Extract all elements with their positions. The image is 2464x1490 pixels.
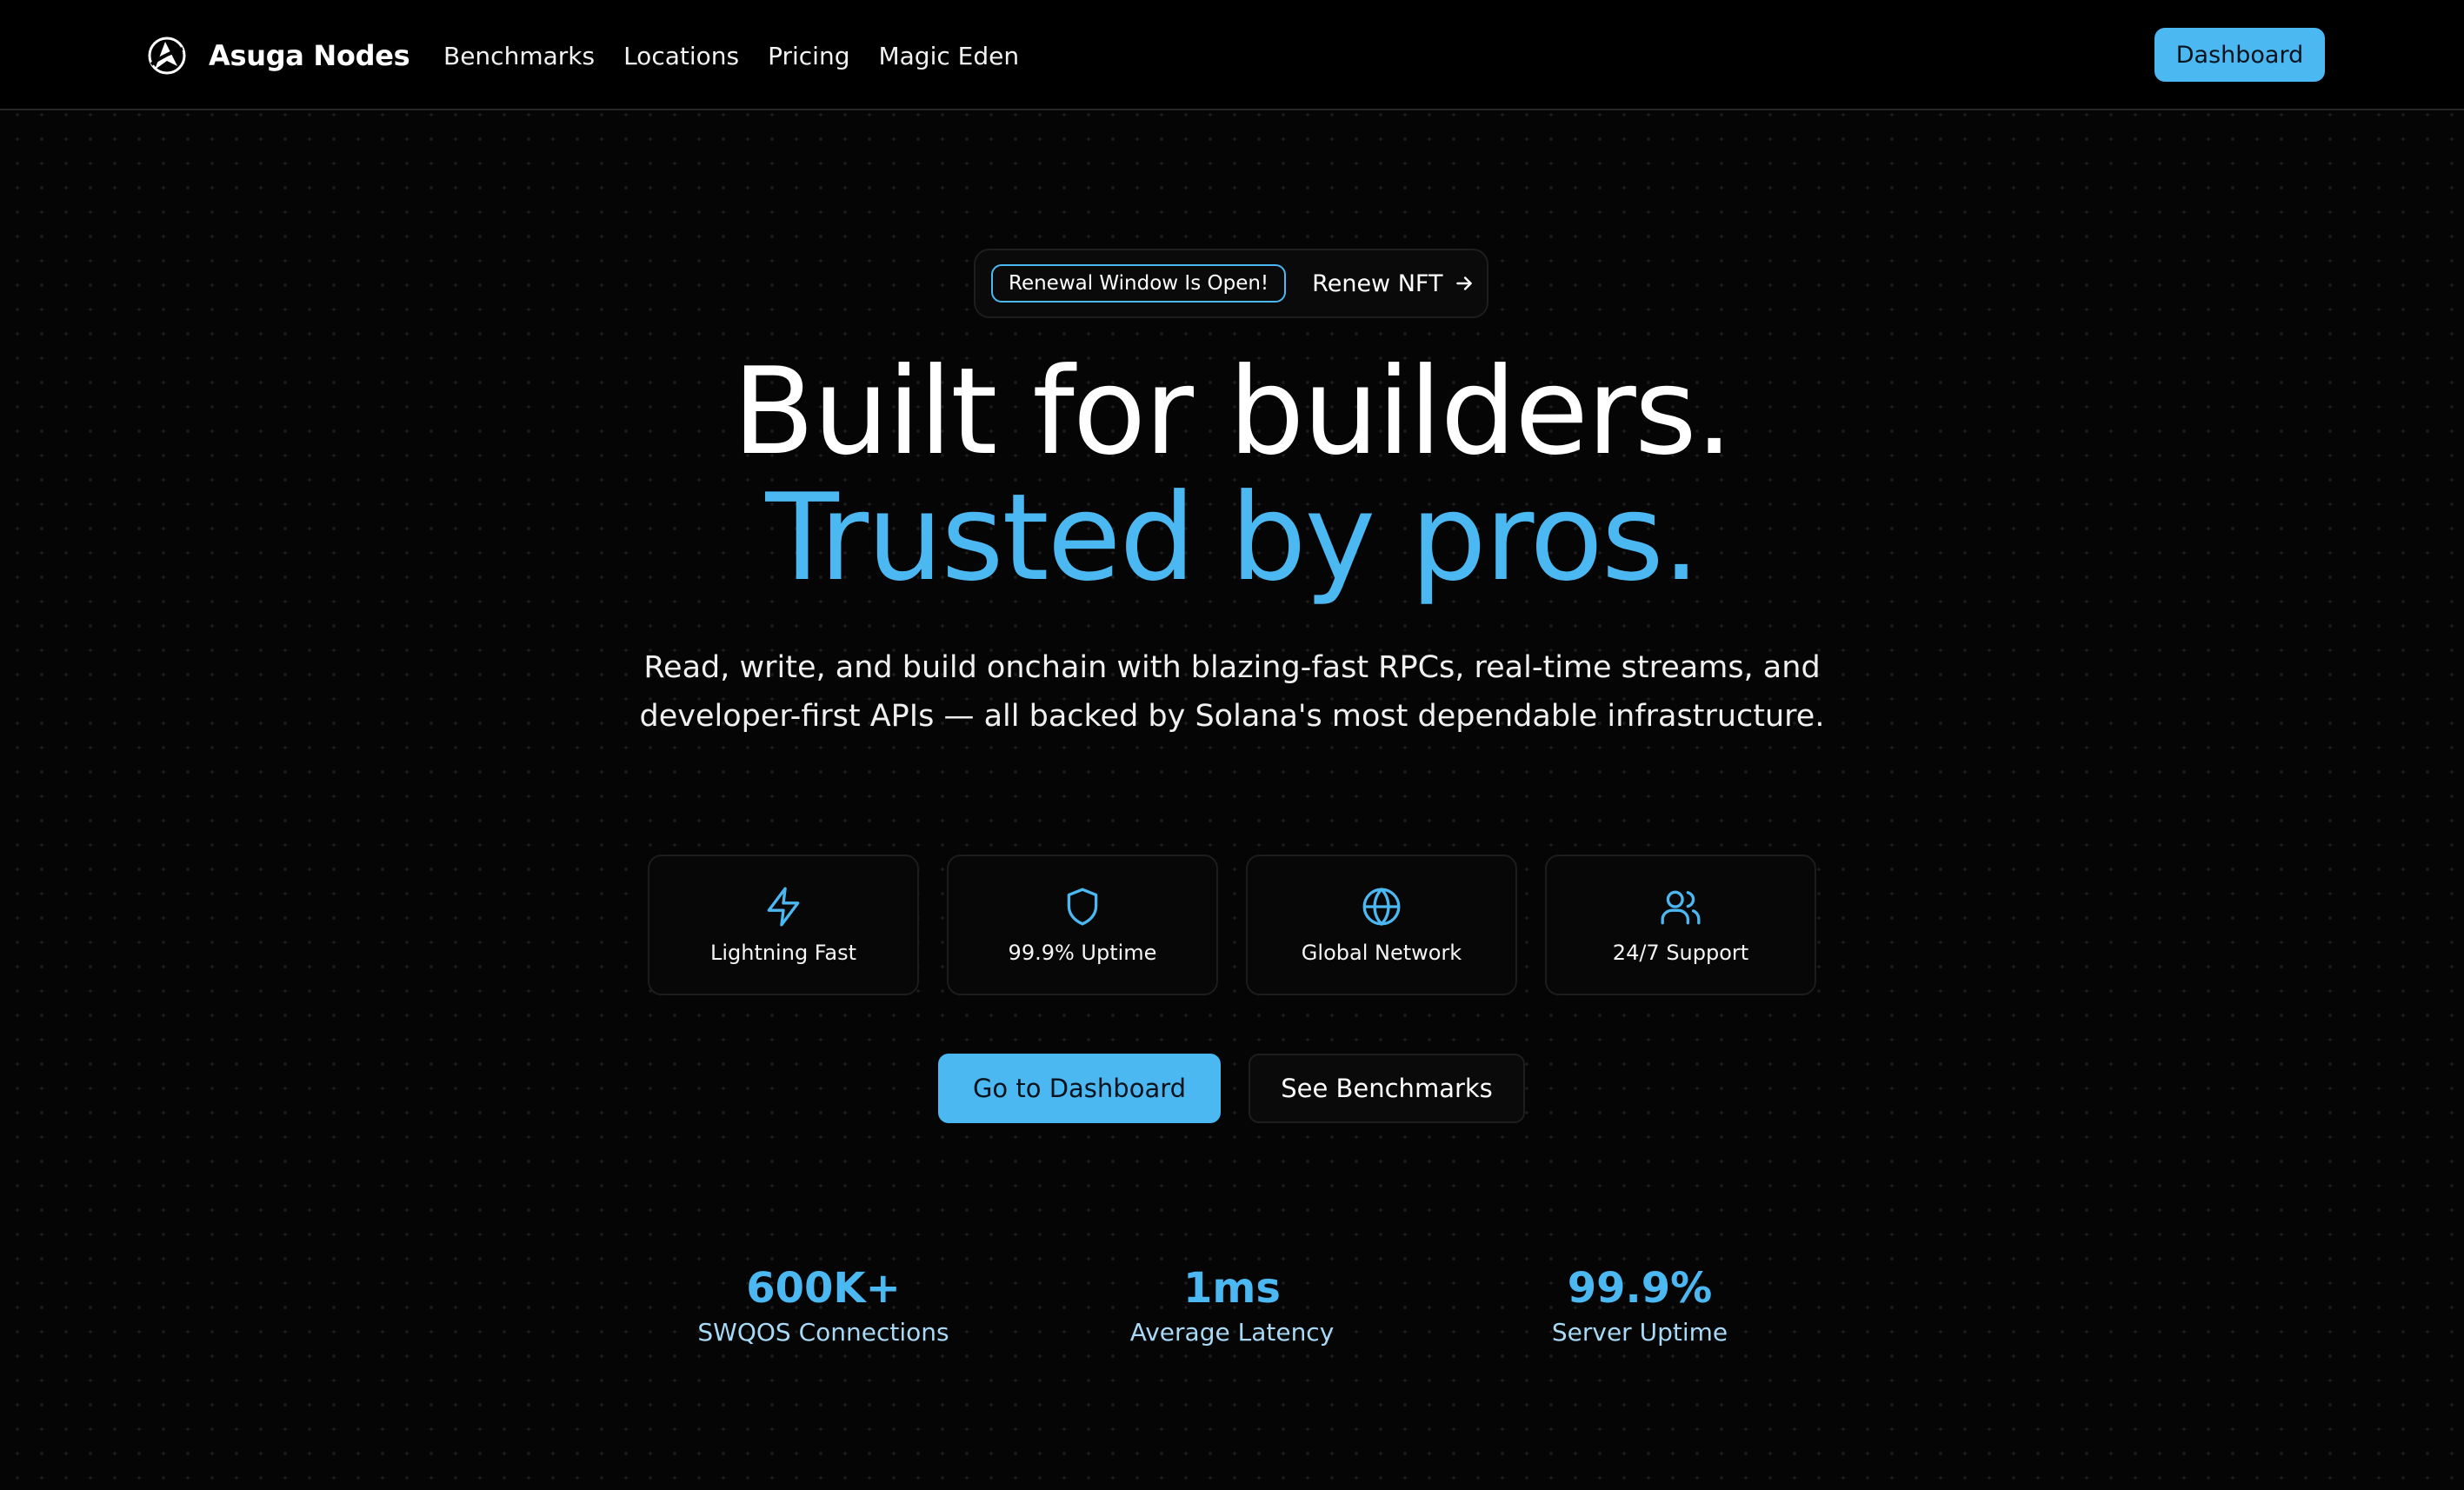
nav-links: Benchmarks Locations Pricing Magic Eden (443, 31, 1048, 80)
feature-label: Lightning Fast (709, 941, 857, 965)
brand-name: Asuga Nodes (209, 39, 410, 72)
stat-label: Average Latency (1129, 1318, 1335, 1347)
feature-cards: Lightning Fast 99.9% Uptime Global Netwo… (648, 855, 1816, 995)
feature-card-lightning: Lightning Fast (648, 855, 919, 995)
see-benchmarks-button[interactable]: See Benchmarks (1249, 1054, 1525, 1123)
stat-latency: 1ms Average Latency (1058, 1262, 1406, 1349)
stat-uptime: 99.9% Server Uptime (1466, 1262, 1814, 1349)
renewal-badge: Renewal Window Is Open! (991, 264, 1287, 303)
feature-card-global: Global Network (1246, 855, 1517, 995)
stat-swqos: 600K+ SWQOS Connections (649, 1262, 997, 1349)
hero-subtitle: Read, write, and build onchain with blaz… (639, 650, 1825, 734)
announcement-bar: Renewal Window Is Open! Renew NFT (974, 249, 1488, 318)
feature-label: Global Network (1301, 941, 1462, 965)
renew-nft-label: Renew NFT (1312, 269, 1443, 297)
top-nav: Asuga Nodes Benchmarks Locations Pricing… (0, 0, 2464, 110)
hero-headline-primary: Built for builders. (732, 342, 1733, 482)
go-to-dashboard-button[interactable]: Go to Dashboard (938, 1054, 1221, 1123)
asuga-logo-icon (148, 37, 186, 75)
nav-link-benchmarks[interactable]: Benchmarks (443, 42, 595, 70)
stat-value: 1ms (1183, 1264, 1281, 1313)
hero-headline-accent: Trusted by pros. (765, 468, 1700, 608)
feature-label: 99.9% Uptime (1008, 941, 1157, 965)
feature-card-uptime: 99.9% Uptime (947, 855, 1218, 995)
stat-value: 99.9% (1567, 1264, 1713, 1313)
arrow-right-icon (1456, 276, 1473, 290)
feature-label: 24/7 Support (1612, 941, 1749, 965)
nav-link-magic-eden[interactable]: Magic Eden (878, 42, 1019, 70)
globe-icon (1362, 887, 1401, 927)
users-icon (1661, 890, 1701, 925)
stat-value: 600K+ (746, 1264, 901, 1313)
dashboard-button[interactable]: Dashboard (2154, 28, 2325, 82)
brand-link[interactable]: Asuga Nodes (146, 31, 410, 80)
feature-card-support: 24/7 Support (1545, 855, 1816, 995)
stat-label: Server Uptime (1551, 1318, 1728, 1347)
stat-label: SWQOS Connections (697, 1318, 949, 1347)
nav-link-pricing[interactable]: Pricing (768, 42, 849, 70)
landing-page: Asuga Nodes Benchmarks Locations Pricing… (0, 0, 2464, 1490)
renew-nft-link[interactable]: Renew NFT (1312, 270, 1475, 297)
nav-link-locations[interactable]: Locations (623, 42, 739, 70)
shield-icon (1067, 888, 1098, 926)
lightning-icon (767, 887, 800, 927)
